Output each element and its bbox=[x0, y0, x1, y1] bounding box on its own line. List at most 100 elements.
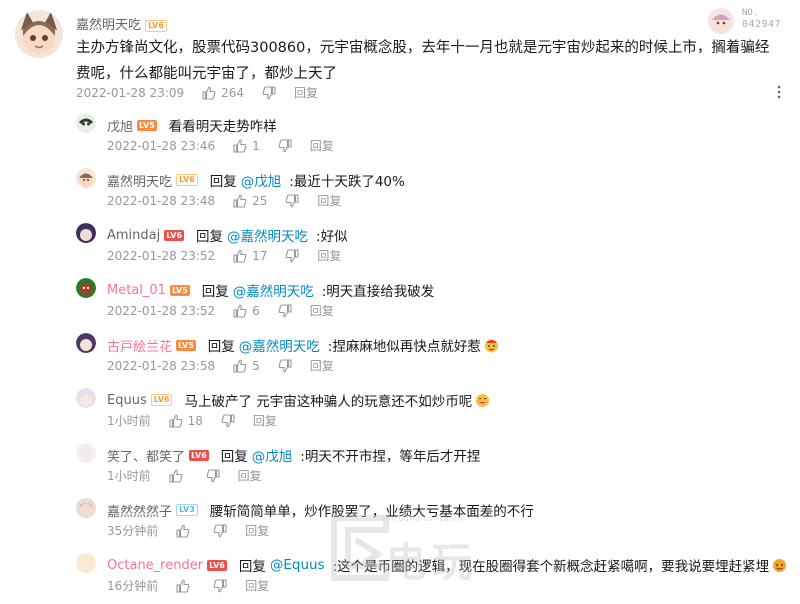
reply-meta: 35分钟前 回复 bbox=[107, 522, 269, 539]
fan-badge-label: NO. bbox=[742, 8, 759, 18]
reply-avatar[interactable] bbox=[76, 168, 96, 188]
reply-meta: 2022-01-28 23:48 25 回复 bbox=[107, 192, 341, 209]
reply-avatar[interactable] bbox=[76, 113, 96, 133]
reply-username[interactable]: Amindaj bbox=[107, 228, 160, 243]
reply-avatar[interactable] bbox=[76, 223, 96, 243]
reply-username[interactable]: Equus bbox=[107, 393, 147, 408]
mention-link[interactable]: @戊旭 bbox=[252, 445, 293, 465]
reply-button[interactable]: 回复 bbox=[310, 137, 334, 154]
like-icon[interactable] bbox=[233, 194, 247, 208]
more-options-icon[interactable] bbox=[776, 84, 782, 100]
reply-row: 戊旭 LV5 看看明天走势咋样 bbox=[107, 115, 277, 135]
reply-avatar[interactable] bbox=[76, 443, 96, 463]
reply-username[interactable]: Metal_01 bbox=[107, 283, 166, 298]
reply-text: :明天直接给我破发 bbox=[321, 284, 435, 300]
reply-button[interactable]: 回复 bbox=[245, 577, 269, 594]
like-icon[interactable] bbox=[233, 359, 247, 373]
reply-username[interactable]: 戊旭 bbox=[107, 116, 133, 135]
reply-username[interactable]: Octane_render bbox=[107, 558, 203, 573]
dislike-icon[interactable] bbox=[278, 138, 292, 153]
reply-avatar[interactable] bbox=[76, 333, 96, 353]
reply-prefix: 回复 bbox=[196, 229, 224, 245]
level-badge: LV6 bbox=[164, 229, 185, 241]
reply-avatar[interactable] bbox=[76, 553, 96, 573]
like-icon[interactable] bbox=[233, 139, 247, 153]
reply-like-count: 25 bbox=[252, 193, 268, 208]
mention-link[interactable]: @嘉然明天吃 bbox=[227, 225, 308, 245]
reply-avatar[interactable] bbox=[76, 278, 96, 298]
reply-row: 古戸絵兰花 LV5 回复 @嘉然明天吃 :捏麻麻地似再快点就好惹 bbox=[107, 335, 499, 355]
dislike-icon[interactable] bbox=[206, 468, 220, 483]
reply-text: 看看明天走势咋样 bbox=[168, 119, 277, 135]
dislike-icon[interactable] bbox=[285, 248, 299, 263]
fan-badge-number: 042947 bbox=[742, 19, 782, 30]
reply-text: :明天不开市捏，等年后才开捏 bbox=[300, 449, 481, 465]
reply-meta: 2022-01-28 23:52 6 回复 bbox=[107, 302, 334, 319]
reply-username[interactable]: 古戸絵兰花 bbox=[107, 336, 172, 355]
like-icon[interactable] bbox=[176, 579, 190, 593]
reply-username[interactable]: 笑了、都笑了 bbox=[107, 446, 185, 465]
reply-prefix: 回复 bbox=[209, 174, 237, 190]
reply-time: 16分钟前 bbox=[107, 579, 159, 593]
mention-link[interactable]: @Equus bbox=[270, 557, 325, 573]
mention-link[interactable]: @嘉然明天吃 bbox=[239, 335, 320, 355]
reply-avatar[interactable] bbox=[76, 498, 96, 518]
reply-time: 2022-01-28 23:48 bbox=[107, 193, 216, 208]
level-badge: LV6 bbox=[145, 20, 167, 32]
like-icon[interactable] bbox=[233, 249, 247, 263]
reply-like-count: 6 bbox=[252, 303, 260, 318]
reply-button[interactable]: 回复 bbox=[310, 357, 334, 374]
dislike-icon[interactable] bbox=[262, 85, 276, 100]
reply-meta: 1小时前 18 回复 bbox=[107, 412, 277, 429]
reply-row: Amindaj LV6 回复 @嘉然明天吃 :好似 bbox=[107, 225, 348, 246]
main-like-count: 264 bbox=[221, 85, 245, 100]
emoji-icon bbox=[475, 393, 490, 408]
reply-meta: 2022-01-28 23:58 5 回复 bbox=[107, 357, 334, 374]
like-icon[interactable] bbox=[176, 524, 190, 538]
reply-time: 35分钟前 bbox=[107, 524, 159, 538]
like-icon[interactable] bbox=[202, 86, 216, 100]
reply-like-count: 18 bbox=[187, 413, 203, 428]
reply-button[interactable]: 回复 bbox=[317, 192, 341, 209]
mention-link[interactable]: @嘉然明天吃 bbox=[233, 280, 314, 300]
reply-button[interactable]: 回复 bbox=[245, 522, 269, 539]
watermark-subtext: Surround to Watch bbox=[380, 514, 464, 523]
main-comment-text: 主办方锋尚文化，股票代码300860，元宇宙概念股，去年十一月也就是元宇宙炒起来… bbox=[76, 40, 770, 82]
watermark-text: 电玩 bbox=[386, 540, 478, 586]
dislike-icon[interactable] bbox=[278, 303, 292, 318]
reply-avatar[interactable] bbox=[76, 388, 96, 408]
reply-like-count: 17 bbox=[252, 248, 268, 263]
reply-like-count: 5 bbox=[252, 358, 260, 373]
dislike-icon[interactable] bbox=[278, 358, 292, 373]
dislike-icon[interactable] bbox=[285, 193, 299, 208]
reply-row: Equus LV6 马上破产了 元宇宙这种骗人的玩意还不如炒币呢 bbox=[107, 390, 490, 410]
reply-meta: 2022-01-28 23:46 1 回复 bbox=[107, 137, 334, 154]
dislike-icon[interactable] bbox=[213, 523, 227, 538]
reply-text: 马上破产了 元宇宙这种骗人的玩意还不如炒币呢 bbox=[184, 394, 473, 410]
main-comment-meta: 2022-01-28 23:09 264 回复 bbox=[76, 84, 318, 101]
reply-time: 1小时前 bbox=[107, 414, 151, 428]
reply-time: 2022-01-28 23:52 bbox=[107, 303, 216, 318]
mention-link[interactable]: @戊旭 bbox=[241, 170, 282, 190]
reply-username[interactable]: 嘉然然然子 bbox=[107, 501, 172, 520]
like-icon[interactable] bbox=[169, 414, 183, 428]
fan-badge: NO. 042947 bbox=[708, 6, 788, 36]
reply-text: :捏麻麻地似再快点就好惹 bbox=[327, 339, 481, 355]
reply-prefix: 回复 bbox=[207, 339, 235, 355]
dislike-icon[interactable] bbox=[221, 413, 235, 428]
reply-row: 笑了、都笑了 LV6 回复 @戊旭 :明天不开市捏，等年后才开捏 bbox=[107, 445, 480, 465]
main-avatar[interactable] bbox=[15, 10, 63, 58]
reply-username[interactable]: 嘉然明天吃 bbox=[107, 171, 172, 190]
like-icon[interactable] bbox=[169, 469, 183, 483]
reply-button[interactable]: 回复 bbox=[253, 412, 277, 429]
reply-meta: 1小时前 回复 bbox=[107, 467, 262, 484]
reply-button[interactable]: 回复 bbox=[317, 247, 341, 264]
reply-time: 2022-01-28 23:58 bbox=[107, 358, 216, 373]
dislike-icon[interactable] bbox=[213, 578, 227, 593]
main-reply-button[interactable]: 回复 bbox=[294, 84, 318, 101]
reply-button[interactable]: 回复 bbox=[238, 467, 262, 484]
reply-button[interactable]: 回复 bbox=[310, 302, 334, 319]
level-badge: LV6 bbox=[189, 449, 209, 461]
main-username[interactable]: 嘉然明天吃 bbox=[76, 18, 141, 33]
like-icon[interactable] bbox=[233, 304, 247, 318]
